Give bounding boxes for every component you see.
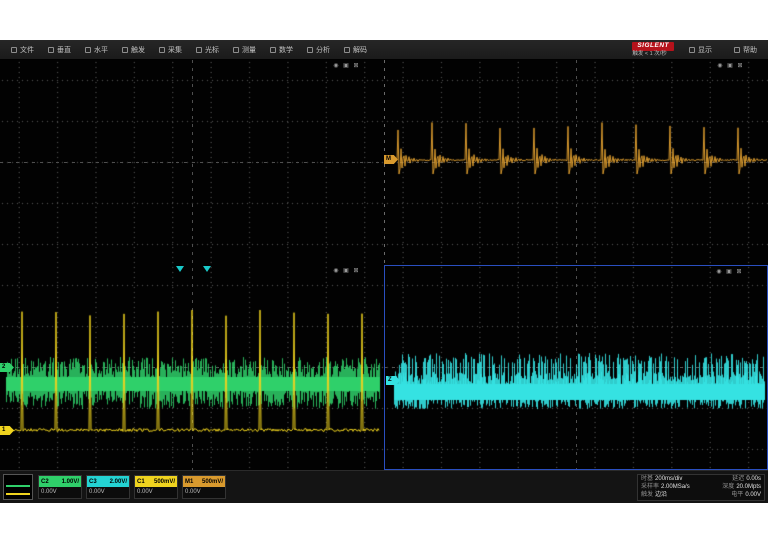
horizontal-icon	[85, 47, 91, 53]
expand-icon[interactable]: ▣	[726, 62, 734, 70]
thumbnail-green-trace	[6, 485, 30, 487]
siglent-logo: SIGLENT	[632, 42, 674, 51]
lock-icon[interactable]: ⊠	[352, 62, 360, 70]
screen-thumbnail[interactable]	[3, 474, 33, 500]
menu-item-trigger[interactable]: 触发	[115, 40, 152, 59]
menu-item-horizontal[interactable]: 水平	[78, 40, 115, 59]
trigger-icon	[122, 47, 128, 53]
channel-badge-c2[interactable]: C21.00V/ 0.00V	[38, 475, 82, 499]
thumbnail-yellow-trace	[6, 493, 30, 495]
menu-item-vertical[interactable]: 垂直	[41, 40, 78, 59]
trigger-rate-label: 触发 < 1 次/秒	[632, 52, 666, 58]
oscilloscope-screen: 文件 垂直 水平 触发 采集 光标 测量 数学 分析 解码 SIGLENT 触发…	[0, 40, 768, 503]
cursor-icon	[196, 47, 202, 53]
expand-icon[interactable]: ▣	[725, 268, 733, 276]
menu-bar: 文件 垂直 水平 触发 采集 光标 测量 数学 分析 解码 SIGLENT 触发…	[0, 40, 768, 60]
grid-zone-bottom-left[interactable]: ◉ ▣ ⊠	[0, 265, 384, 470]
waveform-display[interactable]: ◉ ▣ ⊠ ◉ ▣ ⊠ ◉ ▣ ⊠ ◉ ▣	[0, 60, 768, 470]
siglent-logo-block: SIGLENT 触发 < 1 次/秒	[632, 42, 674, 57]
channel-badge-c3[interactable]: C32.00V/ 0.00V	[86, 475, 130, 499]
menu-item-display[interactable]: 显示	[682, 45, 719, 55]
acquire-icon	[159, 47, 165, 53]
vertical-icon	[48, 47, 54, 53]
menu-item-help[interactable]: 帮助	[727, 45, 764, 55]
zone-controls: ◉ ▣ ⊠	[332, 267, 360, 275]
analysis-icon	[307, 47, 313, 53]
menu-item-analysis[interactable]: 分析	[300, 40, 337, 59]
menu-item-acquire[interactable]: 采集	[152, 40, 189, 59]
lock-icon[interactable]: ⊠	[735, 268, 743, 276]
menu-item-file[interactable]: 文件	[4, 40, 41, 59]
menu-item-cursor[interactable]: 光标	[189, 40, 226, 59]
decode-icon	[344, 47, 350, 53]
file-icon	[11, 47, 17, 53]
math-icon	[270, 47, 276, 53]
zone-controls: ◉ ▣ ⊠	[716, 62, 744, 70]
lock-icon[interactable]: ⊠	[736, 62, 744, 70]
menu-item-decode[interactable]: 解码	[337, 40, 374, 59]
grid-zone-top-right[interactable]: ◉ ▣ ⊠	[384, 60, 768, 265]
waveform-canvas-zoom	[385, 266, 767, 469]
channel-badges: C21.00V/ 0.00V C32.00V/ 0.00V C1500mV/ 0…	[38, 475, 226, 499]
zone-controls: ◉ ▣ ⊠	[715, 268, 743, 276]
camera-icon[interactable]: ◉	[332, 267, 340, 275]
channel-badge-c1[interactable]: C1500mV/ 0.00V	[134, 475, 178, 499]
measure-icon	[233, 47, 239, 53]
expand-icon[interactable]: ▣	[342, 62, 350, 70]
menu-item-math[interactable]: 数学	[263, 40, 300, 59]
camera-icon[interactable]: ◉	[715, 268, 723, 276]
zoom-window[interactable]: ◉ ▣ ⊠	[384, 265, 768, 470]
timebase-trigger-panel[interactable]: 时基200ms/div 延迟0.00s 采样率2.00MSa/s 深度20.0M…	[637, 474, 765, 501]
expand-icon[interactable]: ▣	[342, 267, 350, 275]
camera-icon[interactable]: ◉	[332, 62, 340, 70]
status-bar: C21.00V/ 0.00V C32.00V/ 0.00V C1500mV/ 0…	[0, 470, 768, 503]
help-icon	[734, 47, 740, 53]
channel-badge-m1[interactable]: M1500mV/ 0.00V	[182, 475, 226, 499]
waveform-canvas-math	[384, 60, 768, 265]
grid-zone-top-left[interactable]: ◉ ▣ ⊠	[0, 60, 384, 265]
waveform-canvas-main	[0, 265, 384, 470]
menu-right-cluster: SIGLENT 触发 < 1 次/秒 显示 帮助	[632, 42, 764, 57]
menu-item-measure[interactable]: 测量	[226, 40, 263, 59]
lock-icon[interactable]: ⊠	[352, 267, 360, 275]
trigger-position-marker[interactable]	[176, 266, 184, 272]
zone-controls: ◉ ▣ ⊠	[332, 62, 360, 70]
camera-icon[interactable]: ◉	[716, 62, 724, 70]
display-icon	[689, 47, 695, 53]
trigger-delay-marker[interactable]	[203, 266, 211, 272]
